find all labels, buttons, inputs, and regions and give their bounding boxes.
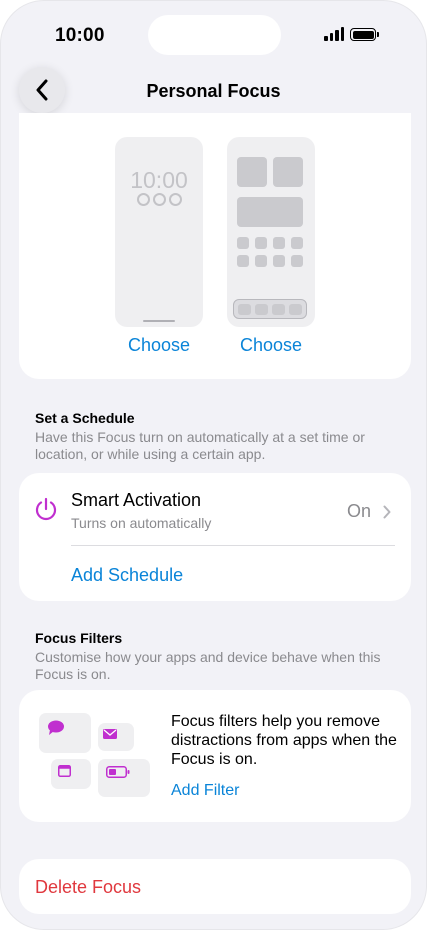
schedule-card: Smart Activation Turns on automatically …: [19, 473, 411, 601]
status-time: 10:00: [55, 25, 105, 46]
navigation-bar: Personal Focus: [1, 67, 426, 115]
delete-focus-button[interactable]: Delete Focus: [35, 877, 141, 898]
row-divider: [71, 545, 395, 546]
dock-app-tile: [255, 304, 268, 315]
app-tile: [273, 157, 303, 187]
battery-icon: [350, 28, 379, 41]
add-schedule-button[interactable]: Add Schedule: [71, 565, 183, 586]
filters-section-header: Focus Filters: [35, 630, 123, 646]
schedule-section-description: Have this Focus turn on automatically at…: [35, 429, 365, 462]
chevron-right-icon: [383, 505, 391, 524]
widget-tile: [237, 197, 303, 227]
battery-app-tile: [98, 759, 150, 797]
app-tile: [291, 237, 303, 249]
home-indicator: [143, 320, 175, 322]
phone-screen: 10:00 Personal Focus 10:00 Choose Choose…: [0, 0, 427, 930]
status-bar: 10:00: [1, 1, 426, 61]
app-tile: [273, 255, 285, 267]
signal-icon: [324, 27, 344, 41]
dock-app-tile: [272, 304, 285, 315]
schedule-section-header: Set a Schedule: [35, 410, 135, 426]
focus-filters-card: Focus filters help you remove distractio…: [19, 690, 411, 822]
app-tile: [291, 255, 303, 267]
lock-screen-preview[interactable]: 10:00: [115, 137, 203, 327]
message-icon: [48, 720, 64, 735]
dock-app-tile: [238, 304, 251, 315]
power-icon: [35, 497, 57, 526]
wallpaper-card: 10:00 Choose Choose: [19, 113, 411, 379]
app-tile: [237, 157, 267, 187]
add-filter-button[interactable]: Add Filter: [171, 782, 239, 800]
message-app-tile: [39, 713, 91, 753]
mail-icon: [103, 729, 117, 739]
smart-activation-subtitle: Turns on automatically: [71, 515, 212, 531]
status-icons: [324, 27, 379, 41]
app-tile: [255, 255, 267, 267]
lock-screen-time: 10:00: [130, 167, 188, 193]
smart-activation-title: Smart Activation: [71, 490, 202, 510]
focus-filters-description: Focus filters help you remove distractio…: [171, 713, 397, 768]
app-tile: [237, 237, 249, 249]
smart-activation-value: On: [346, 501, 371, 521]
lock-screen-widgets: [137, 193, 182, 206]
app-tile: [237, 255, 249, 267]
delete-focus-card[interactable]: Delete Focus: [19, 859, 411, 914]
calendar-icon: [58, 765, 71, 777]
app-tile: [255, 237, 267, 249]
filters-section-description: Customise how your apps and device behav…: [35, 649, 381, 682]
app-tile: [273, 237, 285, 249]
calendar-app-tile: [51, 759, 91, 789]
dock-app-tile: [289, 304, 302, 315]
battery-icon: [106, 766, 130, 778]
page-title: Personal Focus: [146, 81, 281, 101]
dynamic-island: [148, 15, 281, 55]
home-screen-preview[interactable]: [227, 137, 315, 327]
choose-lock-screen-button[interactable]: Choose: [109, 335, 209, 356]
mail-app-tile: [98, 723, 134, 751]
choose-home-screen-button[interactable]: Choose: [221, 335, 321, 356]
